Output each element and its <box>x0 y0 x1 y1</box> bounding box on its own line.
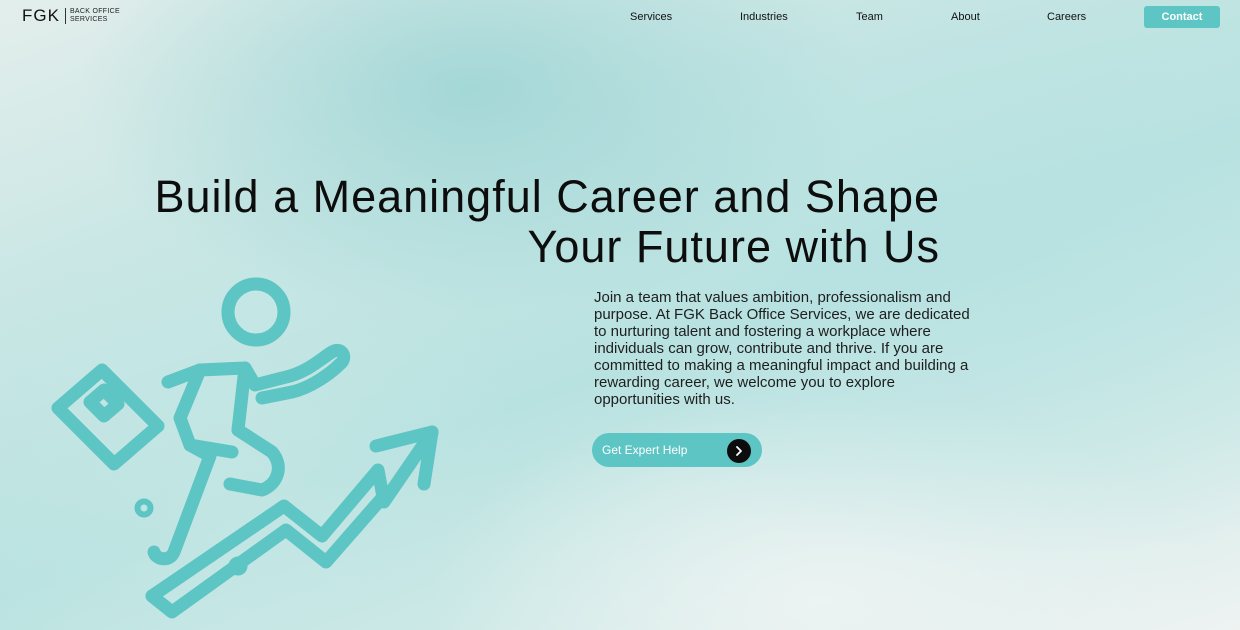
logo-wordmark: BACK OFFICE SERVICES <box>70 8 120 24</box>
career-growth-climber-icon <box>51 277 439 619</box>
logo-line-1: BACK OFFICE <box>69 8 120 15</box>
hero-title-line-1: Build a Meaningful Career and Shape <box>154 171 940 222</box>
hero-description: Join a team that values ambition, profes… <box>594 289 970 408</box>
brand-logo[interactable]: FGK BACK OFFICE SERVICES <box>22 7 120 25</box>
cta-label: Get Expert Help <box>602 443 688 457</box>
nav-about[interactable]: About <box>951 10 980 24</box>
nav-team[interactable]: Team <box>856 10 883 24</box>
get-expert-help-button[interactable]: Get Expert Help <box>592 433 762 467</box>
nav-services[interactable]: Services <box>630 10 672 24</box>
logo-line-2: SERVICES <box>69 16 108 23</box>
logo-mark: FGK <box>22 6 60 25</box>
top-navigation: FGK BACK OFFICE SERVICES Services Indust… <box>0 0 1240 34</box>
nav-industries[interactable]: Industries <box>740 10 788 24</box>
contact-button[interactable]: Contact <box>1144 6 1220 28</box>
hero-title: Build a Meaningful Career and Shape Your… <box>120 172 940 272</box>
logo-divider <box>64 8 66 24</box>
hero-title-line-2: Your Future with Us <box>527 221 940 272</box>
nav-careers[interactable]: Careers <box>1047 10 1086 24</box>
